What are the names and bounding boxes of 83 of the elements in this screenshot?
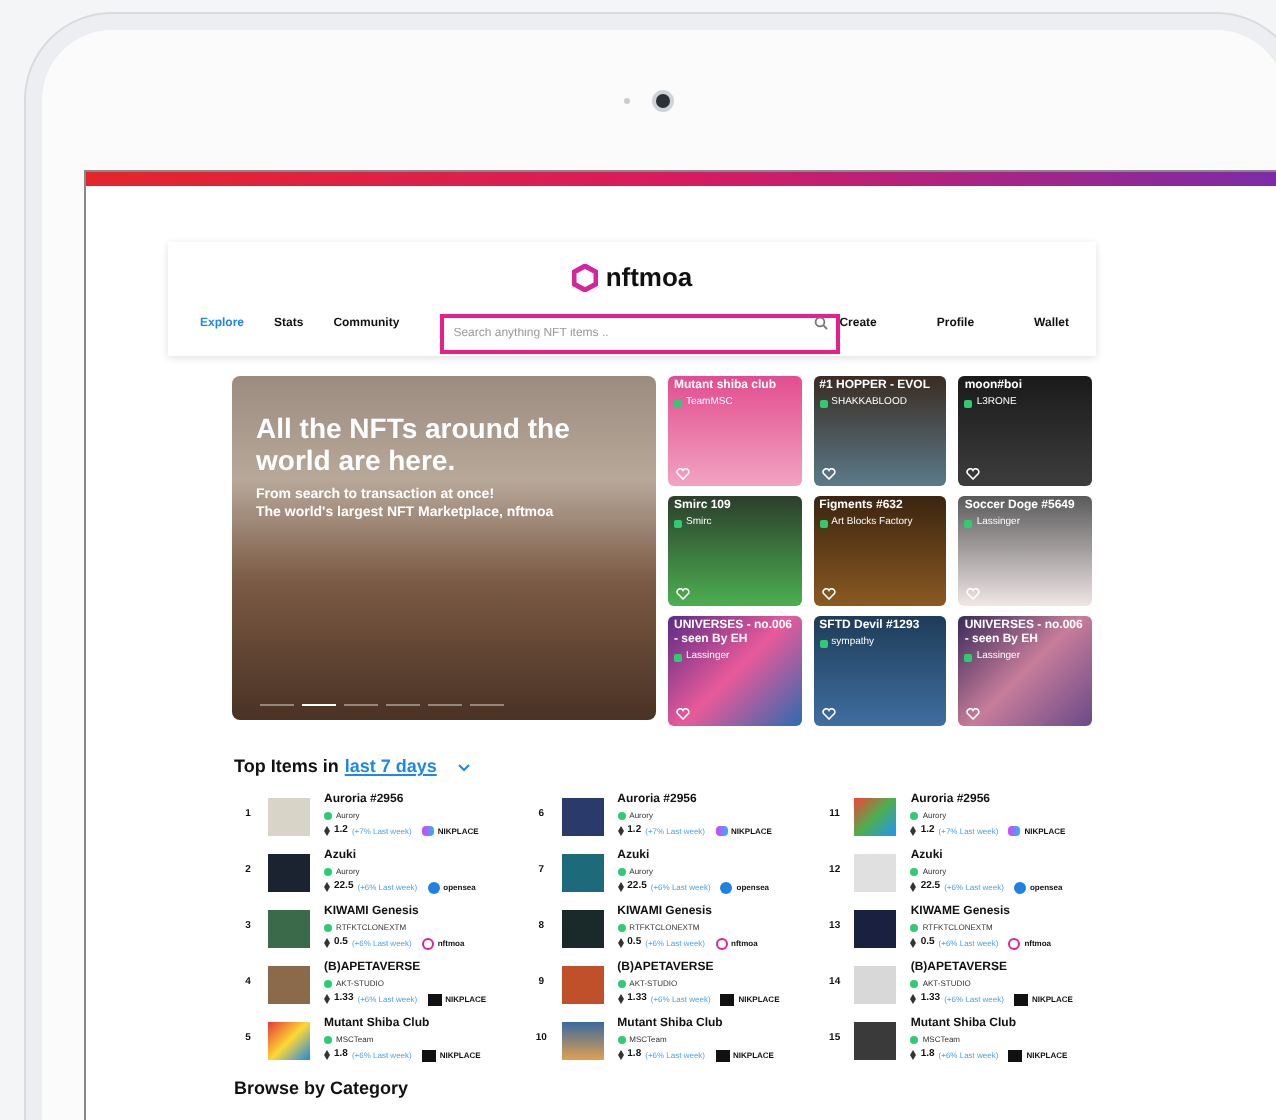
- item-thumbnail[interactable]: [268, 1021, 310, 1059]
- verified-icon: [617, 811, 626, 820]
- verified-icon: [324, 867, 332, 876]
- verified-icon: [910, 811, 919, 820]
- verified-icon: [617, 923, 626, 932]
- item-thumbnail[interactable]: [561, 909, 604, 947]
- verified-icon: [964, 399, 973, 408]
- coin-icon: [910, 1050, 917, 1060]
- coin-icon: [324, 882, 330, 892]
- verified-icon: [964, 519, 973, 528]
- verified-icon: [910, 979, 919, 988]
- marketplace-icon: [427, 993, 442, 1005]
- verified-icon: [674, 653, 682, 662]
- coin-icon: [617, 826, 624, 836]
- verified-icon: [324, 1035, 332, 1044]
- coin-icon: [910, 882, 917, 892]
- period-link[interactable]: last 7 days: [344, 754, 437, 781]
- heart-icon[interactable]: [966, 468, 981, 480]
- verified-icon: [674, 399, 682, 408]
- marketplace-icon: [715, 826, 728, 836]
- marketplace-icon: [1013, 993, 1028, 1005]
- marketplace-icon: [715, 937, 728, 949]
- marketplace-icon: [1008, 1049, 1023, 1061]
- verified-icon: [617, 867, 626, 876]
- coin-icon: [910, 994, 917, 1004]
- marketplace-icon: [1013, 881, 1026, 893]
- verified-icon: [324, 811, 332, 820]
- verified-icon: [819, 519, 828, 528]
- coin-icon: [617, 1050, 624, 1060]
- item-thumbnail[interactable]: [854, 797, 897, 835]
- verified-icon: [819, 639, 828, 648]
- verified-icon: [617, 979, 626, 988]
- item-thumbnail[interactable]: [854, 965, 897, 1003]
- verified-icon: [964, 653, 973, 662]
- section-title: Browse by Category: [234, 1075, 411, 1102]
- marketplace-icon: [421, 937, 434, 949]
- item-thumbnail[interactable]: [561, 1021, 604, 1059]
- verified-icon: [910, 867, 919, 876]
- slide-indicator[interactable]: [302, 703, 336, 706]
- camera-icon: [652, 90, 674, 112]
- marketplace-icon: [421, 826, 434, 836]
- heart-icon[interactable]: [821, 468, 836, 480]
- verified-icon: [674, 519, 682, 528]
- marketplace-icon: [720, 881, 733, 893]
- coin-icon: [324, 994, 330, 1004]
- coin-icon: [910, 938, 917, 948]
- item-thumbnail[interactable]: [268, 797, 310, 835]
- coin-icon: [324, 938, 330, 948]
- marketplace-icon: [421, 1049, 436, 1061]
- item-thumbnail[interactable]: [854, 853, 897, 891]
- marketplace-icon: [427, 881, 440, 893]
- coin-icon: [617, 938, 624, 948]
- heart-icon[interactable]: [821, 708, 836, 720]
- item-thumbnail[interactable]: [854, 909, 897, 947]
- marketplace-icon: [1008, 937, 1021, 949]
- verified-icon: [324, 979, 332, 988]
- item-thumbnail[interactable]: [268, 853, 310, 891]
- verified-icon: [617, 1035, 626, 1044]
- marketplace-icon: [715, 1049, 730, 1061]
- coin-icon: [617, 994, 624, 1004]
- marketplace-icon: [1008, 826, 1021, 836]
- verified-icon: [910, 923, 919, 932]
- item-thumbnail[interactable]: [561, 797, 604, 835]
- coin-icon: [910, 826, 917, 836]
- verified-icon: [819, 399, 828, 408]
- item-thumbnail[interactable]: [268, 909, 310, 947]
- chevron-down-icon[interactable]: [458, 763, 471, 772]
- coin-icon: [324, 1050, 330, 1060]
- coin-icon: [324, 826, 330, 836]
- verified-icon: [324, 923, 332, 932]
- marketplace-icon: [720, 993, 735, 1005]
- hero-title: All the NFTs around the world are here.: [256, 412, 572, 476]
- logo-icon: [571, 264, 598, 292]
- section-title: Top Items in: [234, 754, 339, 780]
- item-thumbnail[interactable]: [854, 1021, 897, 1059]
- item-thumbnail[interactable]: [561, 965, 604, 1003]
- logo-text: nftmoa: [605, 260, 693, 297]
- verified-icon: [910, 1035, 919, 1044]
- heart-icon[interactable]: [821, 588, 836, 600]
- coin-icon: [617, 882, 624, 892]
- search-icon[interactable]: [813, 316, 828, 330]
- item-thumbnail[interactable]: [561, 853, 604, 891]
- item-thumbnail[interactable]: [268, 965, 310, 1003]
